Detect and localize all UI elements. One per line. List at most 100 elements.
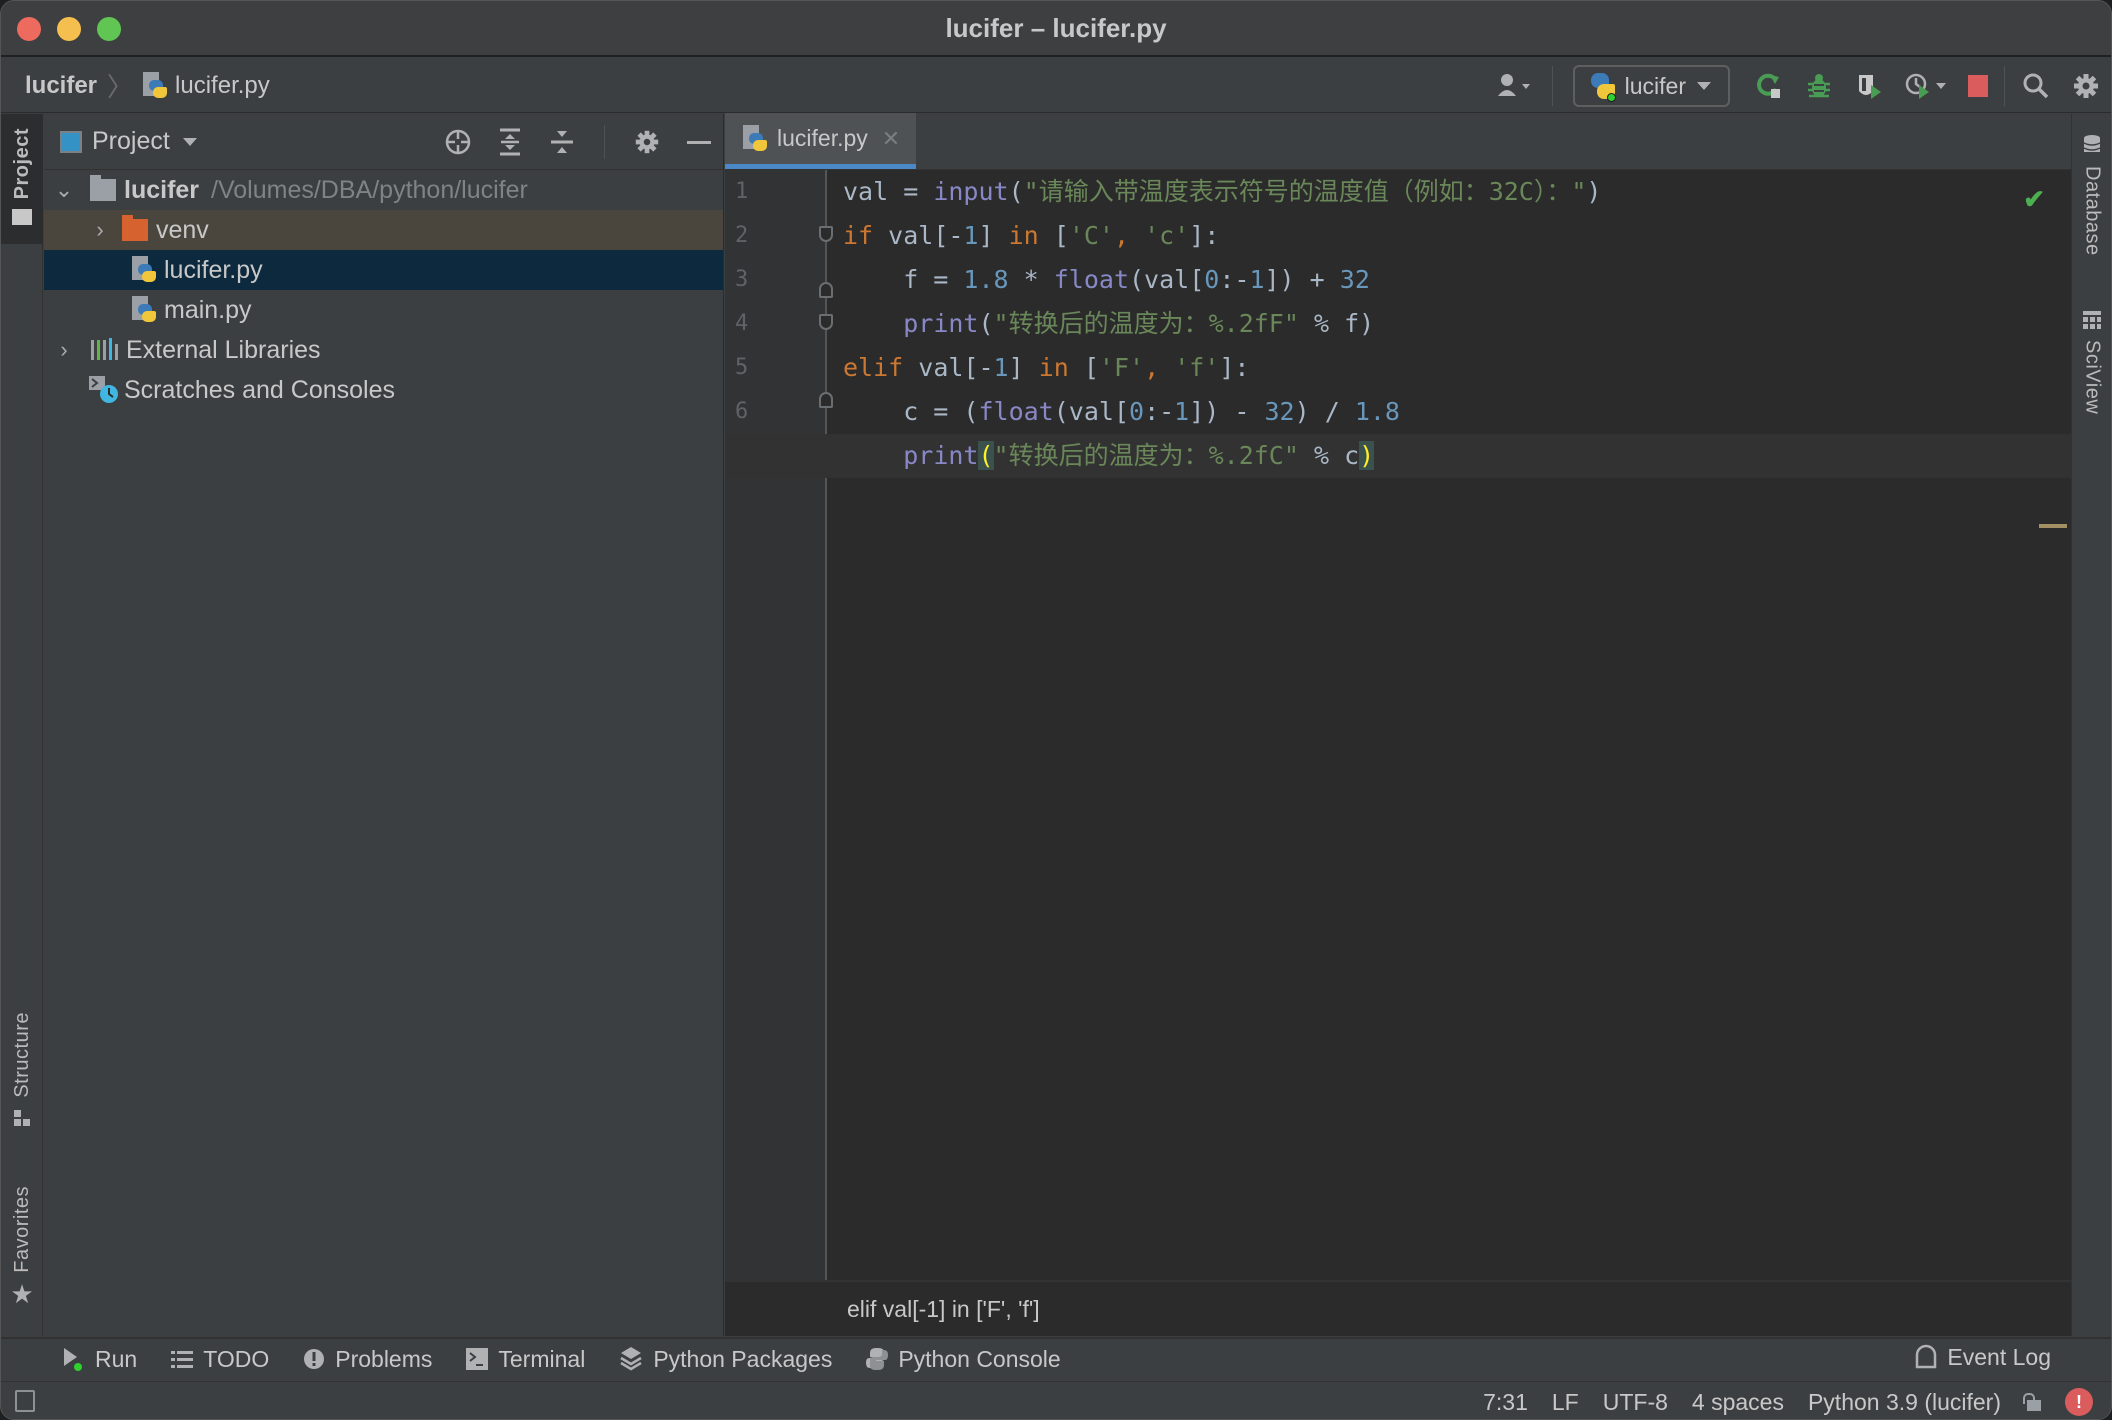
- tool-tab-structure[interactable]: Structure: [1, 1012, 43, 1162]
- file-encoding[interactable]: UTF-8: [1603, 1389, 1668, 1416]
- tool-window-label: Event Log: [1947, 1343, 2051, 1370]
- run-configuration-select[interactable]: lucifer: [1572, 65, 1730, 107]
- chevron-down-icon[interactable]: ⌄: [52, 177, 76, 203]
- matched-brace: ): [1359, 441, 1375, 470]
- editor-tab-bar: lucifer.py ✕: [725, 113, 2071, 170]
- code-lines: val = input("请输入带温度表示符号的温度值（例如：32C）：") i…: [725, 170, 2071, 478]
- tool-tab-sciview-label: SciView: [2081, 340, 2104, 415]
- stop-button[interactable]: [1958, 66, 1998, 106]
- tool-tab-favorites[interactable]: Favorites ★: [1, 1186, 43, 1326]
- list-icon: [171, 1351, 194, 1368]
- close-window-button[interactable]: [17, 17, 41, 41]
- libraries-icon: [91, 338, 118, 360]
- line-number: 3: [735, 267, 749, 292]
- profile-button[interactable]: [1894, 66, 1958, 106]
- tree-item-label: main.py: [164, 295, 252, 324]
- caret-position[interactable]: 7:31: [1483, 1389, 1528, 1416]
- tool-window-label: TODO: [203, 1345, 270, 1372]
- line-separator[interactable]: LF: [1552, 1389, 1579, 1416]
- event-log-icon: [1916, 1344, 1937, 1369]
- layers-icon: [620, 1347, 642, 1371]
- vcs-user-button[interactable]: [1486, 66, 1546, 106]
- code-line: print("转换后的温度为：%.2fF" % f): [903, 309, 1375, 338]
- python-interpreter[interactable]: Python 3.9 (lucifer): [1808, 1389, 2001, 1416]
- collapse-all-icon: [551, 131, 573, 153]
- error-notification-icon[interactable]: !: [2065, 1388, 2093, 1416]
- tool-window-python-console[interactable]: Python Console: [866, 1346, 1061, 1373]
- unlock-icon[interactable]: [2023, 1393, 2041, 1411]
- structure-icon: [14, 1109, 30, 1126]
- tree-item-main-py[interactable]: main.py: [44, 290, 723, 330]
- tree-item-label: lucifer.py: [164, 255, 263, 284]
- tool-window-run[interactable]: Run: [61, 1346, 137, 1373]
- hide-panel-button[interactable]: [683, 126, 715, 158]
- tree-item-project-root[interactable]: ⌄ lucifer /Volumes/DBA/python/lucifer: [44, 170, 723, 210]
- expand-all-button[interactable]: [494, 126, 526, 158]
- chevron-right-icon[interactable]: ›: [52, 337, 76, 363]
- minimize-window-button[interactable]: [57, 17, 81, 41]
- tree-item-scratches[interactable]: Scratches and Consoles: [44, 370, 723, 410]
- python-interpreter-icon: [1589, 71, 1617, 102]
- project-panel-title: Project: [92, 127, 170, 155]
- toolbar-divider: [604, 125, 605, 159]
- tool-tab-sciview[interactable]: SciView: [2072, 310, 2111, 415]
- project-view-icon: [60, 130, 82, 153]
- python-file-icon: [143, 71, 169, 100]
- tool-tab-database-label: Database: [2081, 166, 2104, 256]
- editor-tab-lucifer-py[interactable]: lucifer.py ✕: [725, 113, 917, 169]
- line-number: 2: [735, 223, 749, 248]
- tool-tab-database[interactable]: Database: [2072, 134, 2111, 256]
- tool-window-event-log[interactable]: Event Log: [1913, 1343, 2051, 1371]
- breadcrumb-file[interactable]: lucifer.py: [143, 71, 270, 100]
- inspection-ok-icon[interactable]: ✔: [2023, 184, 2045, 215]
- code-line: if val[-1] in ['C', 'c']:: [843, 221, 1220, 250]
- breadcrumb-separator-icon: 〉: [107, 72, 134, 102]
- chevron-down-icon: [182, 137, 197, 146]
- tool-tab-project[interactable]: Project: [1, 114, 43, 244]
- project-view-select[interactable]: Project: [44, 127, 200, 156]
- folder-icon: [12, 209, 32, 226]
- problems-icon: [304, 1349, 325, 1369]
- left-tool-strip: Project Structure Favorites ★: [1, 114, 43, 1336]
- code-line: c = (float(val[0:-1]) - 32) / 1.8: [843, 397, 1400, 426]
- breadcrumb-project[interactable]: lucifer: [25, 72, 97, 100]
- tool-window-terminal[interactable]: Terminal: [466, 1346, 585, 1373]
- tree-item-venv[interactable]: › venv: [44, 210, 723, 250]
- locate-file-button[interactable]: [442, 126, 474, 158]
- tool-window-python-packages[interactable]: Python Packages: [619, 1346, 832, 1373]
- python-file-icon: [743, 124, 769, 153]
- tool-window-label: Problems: [335, 1345, 433, 1372]
- right-tool-strip: Database SciView: [2071, 114, 2111, 1336]
- panel-options-button[interactable]: [631, 126, 663, 158]
- toggle-tool-windows-icon[interactable]: [15, 1390, 35, 1412]
- tree-item-lucifer-py[interactable]: lucifer.py: [44, 250, 723, 290]
- tool-window-todo[interactable]: TODO: [171, 1346, 269, 1373]
- collapse-all-button[interactable]: [546, 126, 578, 158]
- close-tab-icon[interactable]: ✕: [882, 126, 900, 152]
- scratches-icon: [89, 376, 118, 403]
- chevron-right-icon[interactable]: ›: [88, 217, 112, 243]
- editor-tab-label: lucifer.py: [777, 125, 868, 151]
- code-editor[interactable]: 1 2 3 4 5 6 7 val = input("请输入带温度表示符号的温度…: [725, 170, 2071, 1280]
- tree-item-label: lucifer: [124, 175, 200, 204]
- tool-window-problems[interactable]: Problems: [303, 1346, 432, 1373]
- line-number: 6: [735, 399, 749, 424]
- code-line: elif val[-1] in ['F', 'f']:: [843, 353, 1250, 382]
- tree-item-external-libraries[interactable]: › External Libraries: [44, 330, 723, 370]
- matched-brace: (: [978, 441, 994, 470]
- navigation-bar: lucifer 〉 lucifer.py lucifer: [1, 59, 2111, 113]
- debug-button[interactable]: [1794, 66, 1844, 106]
- rerun-button[interactable]: [1744, 66, 1794, 106]
- error-stripe-mark[interactable]: [2039, 524, 2067, 528]
- run-with-coverage-button[interactable]: [1844, 66, 1894, 106]
- settings-button[interactable]: [2061, 66, 2111, 106]
- tool-window-label: Terminal: [498, 1345, 586, 1372]
- window-controls: [17, 17, 121, 41]
- project-panel-tools: [442, 114, 715, 170]
- project-tree: ⌄ lucifer /Volumes/DBA/python/lucifer › …: [44, 170, 723, 410]
- indent-setting[interactable]: 4 spaces: [1692, 1389, 1784, 1416]
- search-everywhere-button[interactable]: [2011, 66, 2061, 106]
- maximize-window-button[interactable]: [97, 17, 121, 41]
- code-context-breadcrumb[interactable]: elif val[-1] in ['F', 'f']: [847, 1296, 1040, 1323]
- ide-window: lucifer – lucifer.py lucifer 〉 lucifer.p…: [0, 0, 2112, 1420]
